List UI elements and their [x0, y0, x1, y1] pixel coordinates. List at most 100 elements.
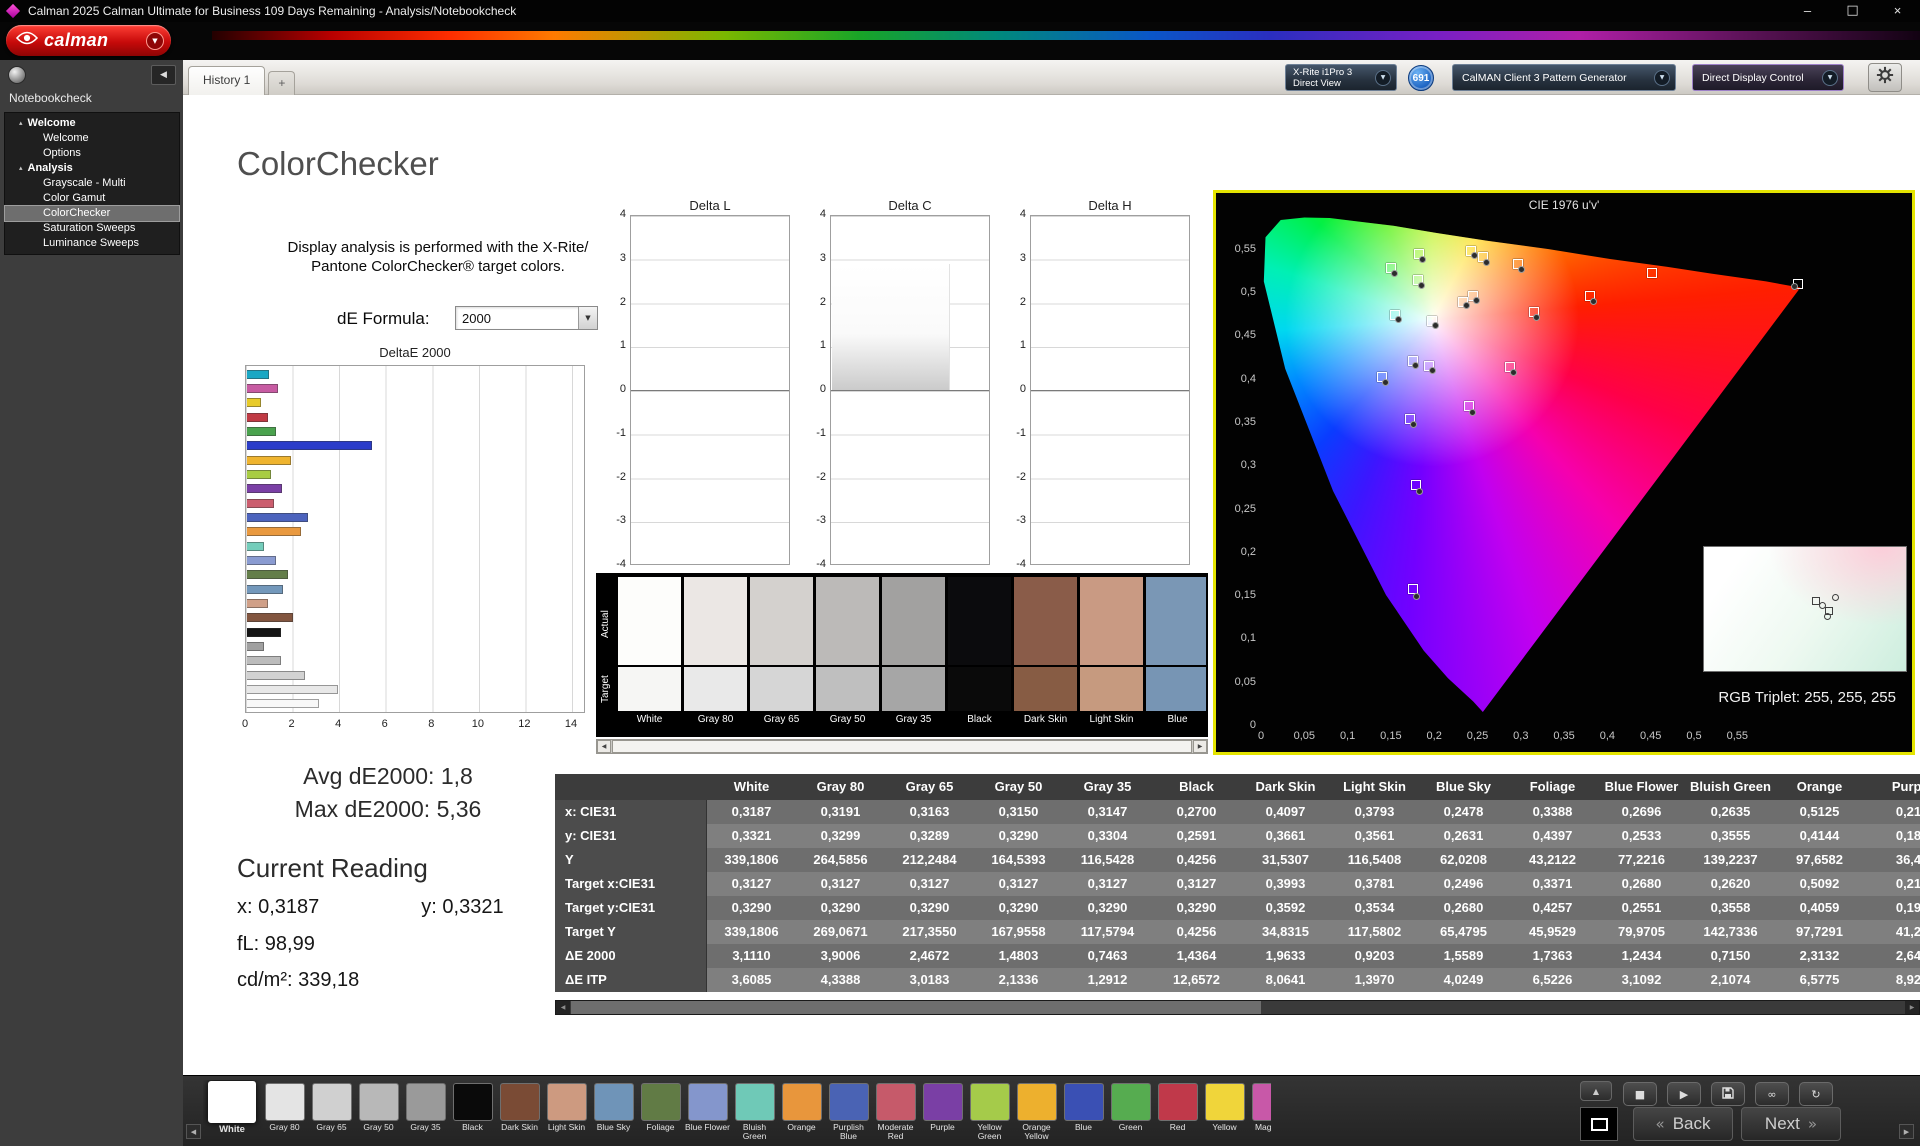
eject-button[interactable]: ▲	[1580, 1081, 1612, 1101]
pattern-swatch-moderate-red[interactable]: Moderate Red	[872, 1080, 919, 1144]
pattern-swatch-gray-65[interactable]: Gray 65	[308, 1080, 355, 1144]
table-cell: 0,5092	[1775, 872, 1864, 896]
pattern-swatch-dark-skin[interactable]: Dark Skin	[496, 1080, 543, 1144]
swatch-label: Yellow Green	[966, 1123, 1013, 1141]
meter-selector[interactable]: X-Rite i1Pro 3 Direct View ▼	[1285, 64, 1397, 91]
table-cell: 0,3321	[707, 824, 796, 848]
scroll-right-icon[interactable]: ▶	[1905, 1001, 1919, 1014]
tree-expand-icon[interactable]: ▴	[19, 161, 23, 176]
back-button[interactable]: « Back	[1633, 1107, 1733, 1141]
sidebar-collapse-button[interactable]: ◀	[151, 65, 176, 85]
close-button[interactable]: ×	[1875, 0, 1920, 22]
delta-c-ylabels: 43210-1-2-3-4	[800, 215, 826, 565]
pattern-swatch-yellow[interactable]: Yellow	[1201, 1080, 1248, 1144]
sidebar-item-grayscale-multi[interactable]: Grayscale - Multi	[5, 176, 179, 191]
sidebar-item-welcome[interactable]: ▴Welcome	[5, 116, 179, 131]
table-cell: 0,3534	[1330, 896, 1419, 920]
tree-expand-icon[interactable]: ▴	[19, 116, 23, 131]
delta-c-block	[832, 264, 950, 391]
maximize-button[interactable]: □	[1830, 0, 1875, 22]
pattern-swatch-bluish-green[interactable]: Bluish Green	[731, 1080, 778, 1144]
pattern-swatch-blue-sky[interactable]: Blue Sky	[590, 1080, 637, 1144]
play-button[interactable]: ▶	[1667, 1082, 1701, 1106]
pattern-swatch-black[interactable]: Black	[449, 1080, 496, 1144]
swatch-target	[750, 667, 813, 711]
sidebar-item-colorchecker[interactable]: ColorChecker	[5, 206, 179, 221]
new-tab-button[interactable]: +	[268, 71, 295, 95]
chevron-down-icon[interactable]: ▼	[1375, 70, 1391, 86]
row-label-target-x-cie31: Target x:CIE31	[555, 872, 707, 896]
settings-button[interactable]	[1868, 63, 1902, 92]
chevron-down-icon[interactable]: ▼	[1822, 70, 1838, 86]
table-cell: 0,7150	[1686, 944, 1775, 968]
sphere-icon[interactable]	[8, 66, 26, 84]
pattern-swatch-white[interactable]: White	[203, 1080, 261, 1144]
table-cell: 0,3127	[1152, 872, 1241, 896]
bar-row	[247, 439, 583, 453]
pattern-swatch-gray-80[interactable]: Gray 80	[261, 1080, 308, 1144]
table-scrollbar[interactable]: ◀ ▶	[555, 1000, 1920, 1015]
sidebar-item-welcome[interactable]: Welcome	[5, 131, 179, 146]
pattern-swatch-purplish-blue[interactable]: Purplish Blue	[825, 1080, 872, 1144]
pattern-swatch-blue-flower[interactable]: Blue Flower	[684, 1080, 731, 1144]
scroll-left-icon[interactable]: ◀	[556, 1001, 570, 1014]
swatch-color	[923, 1083, 963, 1121]
sidebar-item-luminance-sweeps[interactable]: Luminance Sweeps	[5, 236, 179, 251]
table-cell: 3,0183	[885, 968, 974, 992]
sidebar-item-color-gamut[interactable]: Color Gamut	[5, 191, 179, 206]
scroll-left-icon[interactable]: ◀	[186, 1124, 201, 1139]
chevron-down-icon[interactable]: ▼	[1654, 70, 1670, 86]
pattern-swatch-yellow-green[interactable]: Yellow Green	[966, 1080, 1013, 1144]
axis-tick-label: 2	[282, 718, 302, 730]
chevron-down-icon[interactable]: ▼	[578, 307, 597, 329]
pattern-swatch-green[interactable]: Green	[1107, 1080, 1154, 1144]
scroll-right-icon[interactable]: ▶	[1193, 740, 1207, 753]
sidebar-item-saturation-sweeps[interactable]: Saturation Sweeps	[5, 221, 179, 236]
meter-name: X-Rite i1Pro 3	[1293, 67, 1352, 78]
save-button[interactable]	[1711, 1082, 1745, 1106]
swatch-color	[1017, 1083, 1057, 1121]
minimize-button[interactable]: –	[1785, 0, 1830, 22]
current-y: y: 0,3321	[421, 896, 503, 918]
chevron-down-icon[interactable]: ▼	[146, 32, 164, 50]
pattern-swatch-orange-yellow[interactable]: Orange Yellow	[1013, 1080, 1060, 1144]
back-label: Back	[1673, 1114, 1711, 1134]
pattern-window-button[interactable]	[1580, 1107, 1618, 1141]
scrollbar-thumb[interactable]	[612, 740, 1192, 753]
pattern-swatch-magenta[interactable]: Magenta	[1248, 1080, 1271, 1144]
scroll-right-icon[interactable]: ▶	[1899, 1124, 1914, 1139]
pattern-swatch-blue[interactable]: Blue	[1060, 1080, 1107, 1144]
sidebar-item-options[interactable]: Options	[5, 146, 179, 161]
sidebar-item-analysis[interactable]: ▴Analysis	[5, 161, 179, 176]
pattern-swatch-orange[interactable]: Orange	[778, 1080, 825, 1144]
pattern-swatch-light-skin[interactable]: Light Skin	[543, 1080, 590, 1144]
row-label--e-2000: ΔE 2000	[555, 944, 707, 968]
pattern-swatch-purple[interactable]: Purple	[919, 1080, 966, 1144]
calman-logo-menu[interactable]: calman ▼	[6, 25, 171, 56]
pattern-swatch-red[interactable]: Red	[1154, 1080, 1201, 1144]
refresh-button[interactable]: ↻	[1799, 1082, 1833, 1106]
de-formula-select[interactable]: 2000 ▼	[455, 306, 598, 330]
table-cell: 0,3191	[796, 800, 885, 824]
stop-button[interactable]: ■	[1623, 1082, 1657, 1106]
brand-bar: calman ▼	[0, 22, 1920, 60]
pattern-swatch-gray-35[interactable]: Gray 35	[402, 1080, 449, 1144]
strip-swatch-white: White	[618, 577, 681, 735]
column-header-gray-65: Gray 65	[885, 774, 974, 800]
display-control-selector[interactable]: Direct Display Control ▼	[1692, 64, 1844, 91]
swatch-label: Gray 80	[261, 1123, 308, 1141]
swatch-label: Orange	[778, 1123, 825, 1141]
bar-row	[247, 396, 583, 410]
strip-scrollbar[interactable]: ◀ ▶	[596, 739, 1208, 754]
pattern-swatch-gray-50[interactable]: Gray 50	[355, 1080, 402, 1144]
scroll-left-icon[interactable]: ◀	[597, 740, 611, 753]
scrollbar-thumb[interactable]	[571, 1001, 1261, 1014]
loop-button[interactable]: ∞	[1755, 1082, 1789, 1106]
tab-history-1[interactable]: History 1	[188, 66, 265, 95]
pattern-generator-selector[interactable]: CalMAN Client 3 Pattern Generator ▼	[1452, 64, 1676, 91]
pattern-swatch-foliage[interactable]: Foliage	[637, 1080, 684, 1144]
next-button[interactable]: Next »	[1741, 1107, 1841, 1141]
table-cell: 0,2680	[1419, 896, 1508, 920]
column-header-orange: Orange	[1775, 774, 1864, 800]
transport-controls: ■ ▶ ∞ ↻	[1623, 1082, 1833, 1106]
